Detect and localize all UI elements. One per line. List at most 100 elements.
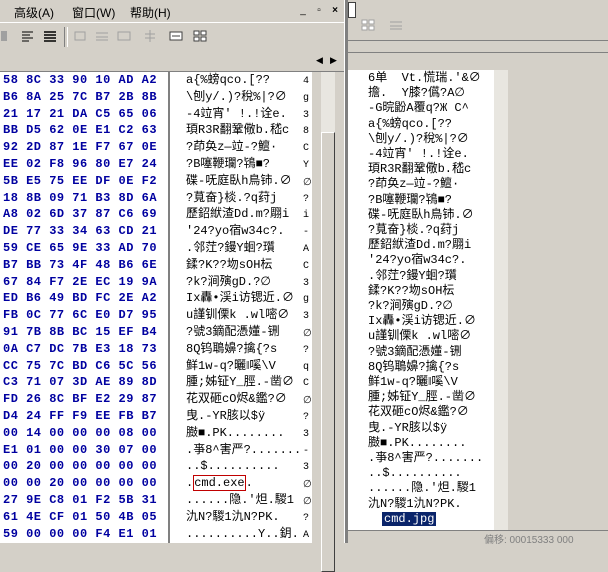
ascii-side-char: ∅	[303, 396, 312, 408]
ascii-row[interactable]: u謹钏傈k .wl嘧∅	[186, 307, 289, 324]
hex-row[interactable]: 00 00 20 00 00 00 00	[3, 475, 157, 492]
ascii-row[interactable]: -4竝宵' !.!诠e.	[186, 106, 287, 123]
hex-row[interactable]: CC 75 7C BD C6 5C 56	[3, 358, 157, 375]
highlighted-match[interactable]: cmd.exe	[193, 475, 246, 492]
ascii-side-char: 8	[303, 126, 310, 138]
hex-row[interactable]: B7 BB 73 4F 48 B6 6E	[3, 257, 157, 274]
right-ascii-row[interactable]: cmd.jpg	[382, 511, 437, 528]
toolbar-icon-edit[interactable]	[0, 29, 16, 43]
hex-row[interactable]: ED B6 49 BD FC 2E A2	[3, 290, 157, 307]
close-icon[interactable]: ×	[328, 5, 342, 17]
align-left-icon[interactable]	[20, 29, 36, 43]
menu-advanced[interactable]: 高级(A)	[14, 4, 54, 21]
hex-row[interactable]: E1 01 00 00 30 07 00	[3, 442, 157, 459]
ascii-row[interactable]: .cmd.exe.	[186, 475, 253, 492]
ascii-row[interactable]: 氿N?騣1氿N?PK.	[186, 509, 280, 526]
ascii-side-char: ?	[303, 412, 310, 423]
menu-bar: 高级(A) 窗口(W) 帮助(H) _ ▫ ×	[0, 0, 344, 22]
ascii-side-char: C	[303, 378, 310, 390]
toolbar-icon-e[interactable]	[168, 29, 184, 43]
hex-row[interactable]: 58 8C 33 90 10 AD A2	[3, 72, 157, 89]
hex-row[interactable]: DE 77 33 34 63 CD 21	[3, 223, 157, 240]
ascii-row[interactable]: 花双砸cO烬&鑑?∅	[186, 391, 287, 408]
ascii-side-char: Y	[303, 160, 310, 171]
ascii-row[interactable]: 8Q钨鵈嬶?擒{?s	[186, 341, 277, 358]
hex-panel[interactable]: 58 8C 33 90 10 AD A2 B6 8A 25 7C B7 2B 8B…	[0, 72, 168, 543]
vertical-scrollbar[interactable]	[312, 72, 344, 572]
minimize-icon[interactable]: _	[296, 5, 310, 17]
hex-row[interactable]: FB 0C 77 6C E0 D7 95	[3, 307, 157, 324]
ascii-row[interactable]: ..$..........	[186, 458, 280, 475]
hex-row[interactable]: 18 8B 09 71 B3 8D 6A	[3, 190, 157, 207]
hex-row[interactable]: 21 17 21 DA C5 65 06	[3, 106, 157, 123]
toolbar-icon-c[interactable]	[116, 29, 132, 43]
ascii-row[interactable]: 曳.-YR胲以$ÿ	[186, 408, 265, 425]
hex-row[interactable]: B6 8A 25 7C B7 2B 8B	[3, 89, 157, 106]
ascii-row[interactable]: ?B噻鞭瓓?鴇■?	[186, 156, 270, 173]
right-scrollbar-area[interactable]	[494, 70, 608, 530]
hex-row[interactable]: 5B E5 75 EE DF 0E F2	[3, 173, 157, 190]
ascii-row[interactable]: ......隐.'炟.騣1	[186, 492, 294, 509]
hex-row[interactable]: 91 7B 8B BC 15 EF B4	[3, 324, 157, 341]
scrollbar-thumb[interactable]	[321, 132, 335, 572]
toolbar-icon-d[interactable]	[142, 29, 158, 43]
restore-icon[interactable]: ▫	[312, 5, 326, 17]
align-justify-icon[interactable]	[42, 29, 58, 43]
hex-row[interactable]: D4 24 FF F9 EE FB B7	[3, 408, 157, 425]
selected-match[interactable]: cmd.jpg	[382, 511, 437, 526]
toolbar-icon-f[interactable]	[192, 29, 208, 43]
ascii-row[interactable]: 腫;姊钲Y_脛.-凿∅	[186, 374, 294, 391]
ascii-panel[interactable]: a{%螃qco.[?? 4 \刨y/.)?稅%|?∅ g -4竝宵' !.!诠e. 3 頊R…	[170, 72, 312, 543]
ascii-row[interactable]: .亊8^害严?.......	[186, 442, 301, 459]
ascii-side-char: ∅	[303, 177, 312, 189]
toolbar-icon-a[interactable]	[72, 29, 88, 43]
hex-row[interactable]: C3 71 07 3D AE 89 8D	[3, 374, 157, 391]
ascii-row[interactable]: 歷鉊絥渣Dd.m?翢i	[186, 206, 289, 223]
hex-row[interactable]: 67 84 F7 2E EC 19 9A	[3, 274, 157, 291]
hex-row[interactable]: 00 20 00 00 00 00 00	[3, 458, 157, 475]
ascii-row[interactable]: ?萈奋}棪.?q荮j	[186, 190, 277, 207]
hex-row[interactable]: 59 CE 65 9E 33 AD 70	[3, 240, 157, 257]
ascii-row[interactable]: ?茚奂z—竝-?鱣·	[186, 139, 277, 156]
right-window-edge	[348, 2, 356, 18]
ascii-side-char: 3	[303, 109, 310, 121]
hex-row[interactable]: 59 00 00 00 F4 E1 01	[3, 526, 157, 543]
ascii-row[interactable]: 鲜1w-q?曬‖嗘\V	[186, 358, 276, 375]
grid-icon[interactable]	[360, 18, 376, 32]
ascii-row[interactable]: ?號3鏑配憑嬞-铏	[186, 324, 280, 341]
ascii-side-char: ∅	[303, 480, 312, 492]
hex-row[interactable]: BB D5 62 0E E1 C2 63	[3, 122, 157, 139]
ascii-row[interactable]: 碟-呒庭臥h鳥铈.∅	[186, 173, 292, 190]
ascii-text: .	[245, 476, 253, 491]
scroll-right-arrow-icon[interactable]: ▶	[330, 55, 337, 66]
right-header-divider	[348, 52, 608, 53]
menu-window[interactable]: 窗口(W)	[72, 4, 115, 21]
right-scrollbar-track[interactable]	[494, 70, 508, 530]
ascii-side-char: g	[303, 294, 310, 306]
hex-row[interactable]: A8 02 6D 37 87 C6 69	[3, 206, 157, 223]
hex-row[interactable]: FD 26 8C BF E2 29 87	[3, 391, 157, 408]
ascii-row[interactable]: 鍒?K??圽sOH枟	[186, 257, 272, 274]
hex-row[interactable]: 0A C7 DC 7B E3 18 73	[3, 341, 157, 358]
ascii-row[interactable]: .邻茳?鏝Y蛔?瓆	[186, 240, 275, 257]
ascii-row[interactable]: 頊R3R翻鞏儆b.嵇c	[186, 122, 289, 139]
hex-row[interactable]: 00 14 00 00 00 08 00	[3, 425, 157, 442]
hex-row[interactable]: 61 4E CF 01 50 4B 05	[3, 509, 157, 526]
right-ascii-panel[interactable]: 6单 Vt.慌瑞.'&∅ 擔. Y膝?儰?A∅ -G晥鼢A覆q?Ж C^ a{%螃qc…	[362, 70, 494, 530]
ascii-side-char: 3	[303, 311, 310, 323]
ascii-row[interactable]: ?k?涧殥gD.?∅	[186, 274, 271, 291]
ascii-row[interactable]: 臌■.PK........	[186, 425, 284, 442]
scroll-left-arrow-icon[interactable]: ◀	[316, 55, 323, 66]
ascii-row[interactable]: Ix轟•渓i访锶近.∅	[186, 290, 294, 307]
toolbar-icon-b[interactable]	[94, 29, 110, 43]
ascii-row[interactable]: '24?yo宿w34c?.	[186, 223, 284, 240]
hex-row[interactable]: EE 02 F8 96 80 E7 24	[3, 156, 157, 173]
lines-icon[interactable]	[388, 18, 404, 32]
hex-row[interactable]: 27 9E C8 01 F2 5B 31	[3, 492, 157, 509]
ascii-row[interactable]: ..........Y..鈅.	[186, 526, 299, 543]
ascii-row[interactable]: a{%螃qco.[??	[186, 72, 270, 89]
menu-help[interactable]: 帮助(H)	[130, 4, 171, 21]
hex-row[interactable]: 92 2D 87 1E F7 67 0E	[3, 139, 157, 156]
ascii-side-char: i	[303, 210, 310, 222]
ascii-row[interactable]: \刨y/.)?稅%|?∅	[186, 89, 287, 106]
